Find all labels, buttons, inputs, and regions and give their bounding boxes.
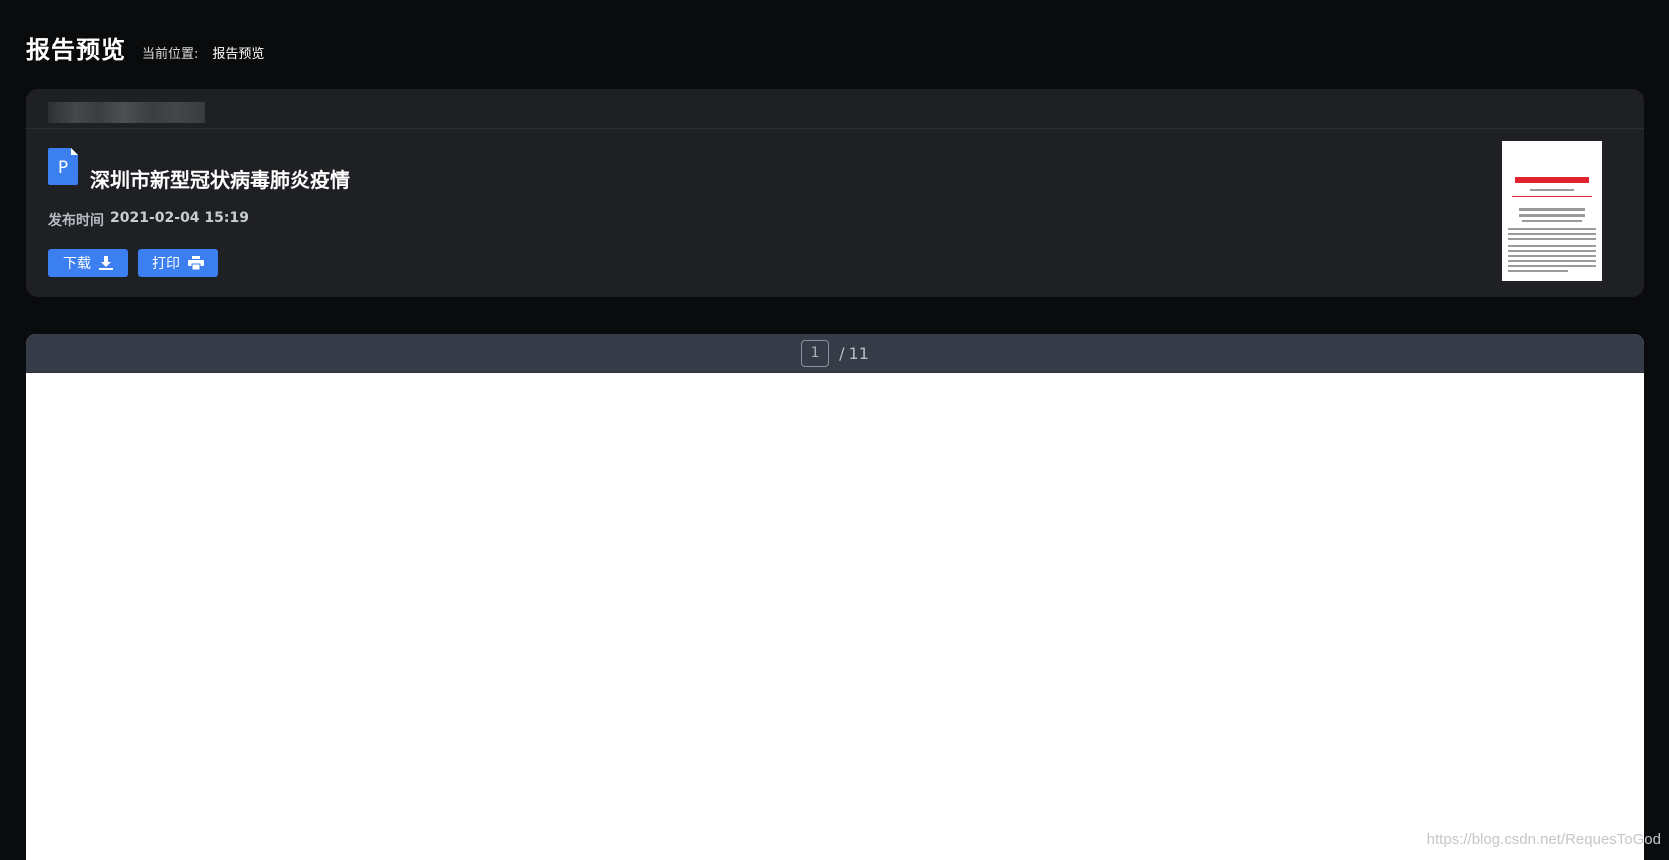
pdf-file-icon: P [48,148,80,186]
page-title: 报告预览 [26,36,126,64]
print-label: 打印 [152,256,180,272]
page-header: 报告预览 当前位置: 报告预览 [26,30,264,65]
download-button[interactable]: 下载 [48,249,128,277]
page-separator: / [839,343,845,363]
report-card: P 深圳市新型冠状病毒肺炎疫情 发布时间 2021-02-04 15:19 下载… [26,89,1644,297]
page-number-input[interactable] [801,339,830,367]
breadcrumb-current[interactable]: 报告预览 [212,43,264,62]
redacted-org-name [48,102,205,123]
report-title-row: P 深圳市新型冠状病毒肺炎疫情 [48,148,350,192]
page: 报告预览 当前位置: 报告预览 P 深圳市新型冠状病毒肺炎疫情 发布时间 202… [0,0,1669,860]
download-label: 下载 [63,256,91,272]
file-type-letter: P [58,158,68,178]
pdf-page-canvas[interactable] [26,373,1644,860]
page-total: 11 [848,343,869,363]
publish-time: 2021-02-04 15:19 [110,210,249,226]
breadcrumb-label: 当前位置: [142,47,199,62]
publish-info: 发布时间 2021-02-04 15:19 [48,210,249,230]
download-icon [99,256,113,270]
publish-label: 发布时间 [48,213,104,229]
printer-icon [188,256,204,270]
pdf-viewer: / 11 [26,334,1644,860]
report-thumbnail[interactable] [1502,141,1602,281]
pdf-toolbar: / 11 [26,334,1644,373]
report-title: 深圳市新型冠状病毒肺炎疫情 [90,168,350,192]
card-header [26,89,1644,129]
print-button[interactable]: 打印 [138,249,218,277]
breadcrumb: 当前位置: 报告预览 [142,43,264,62]
watermark: https://blog.csdn.net/RequesToGod [1426,831,1661,848]
